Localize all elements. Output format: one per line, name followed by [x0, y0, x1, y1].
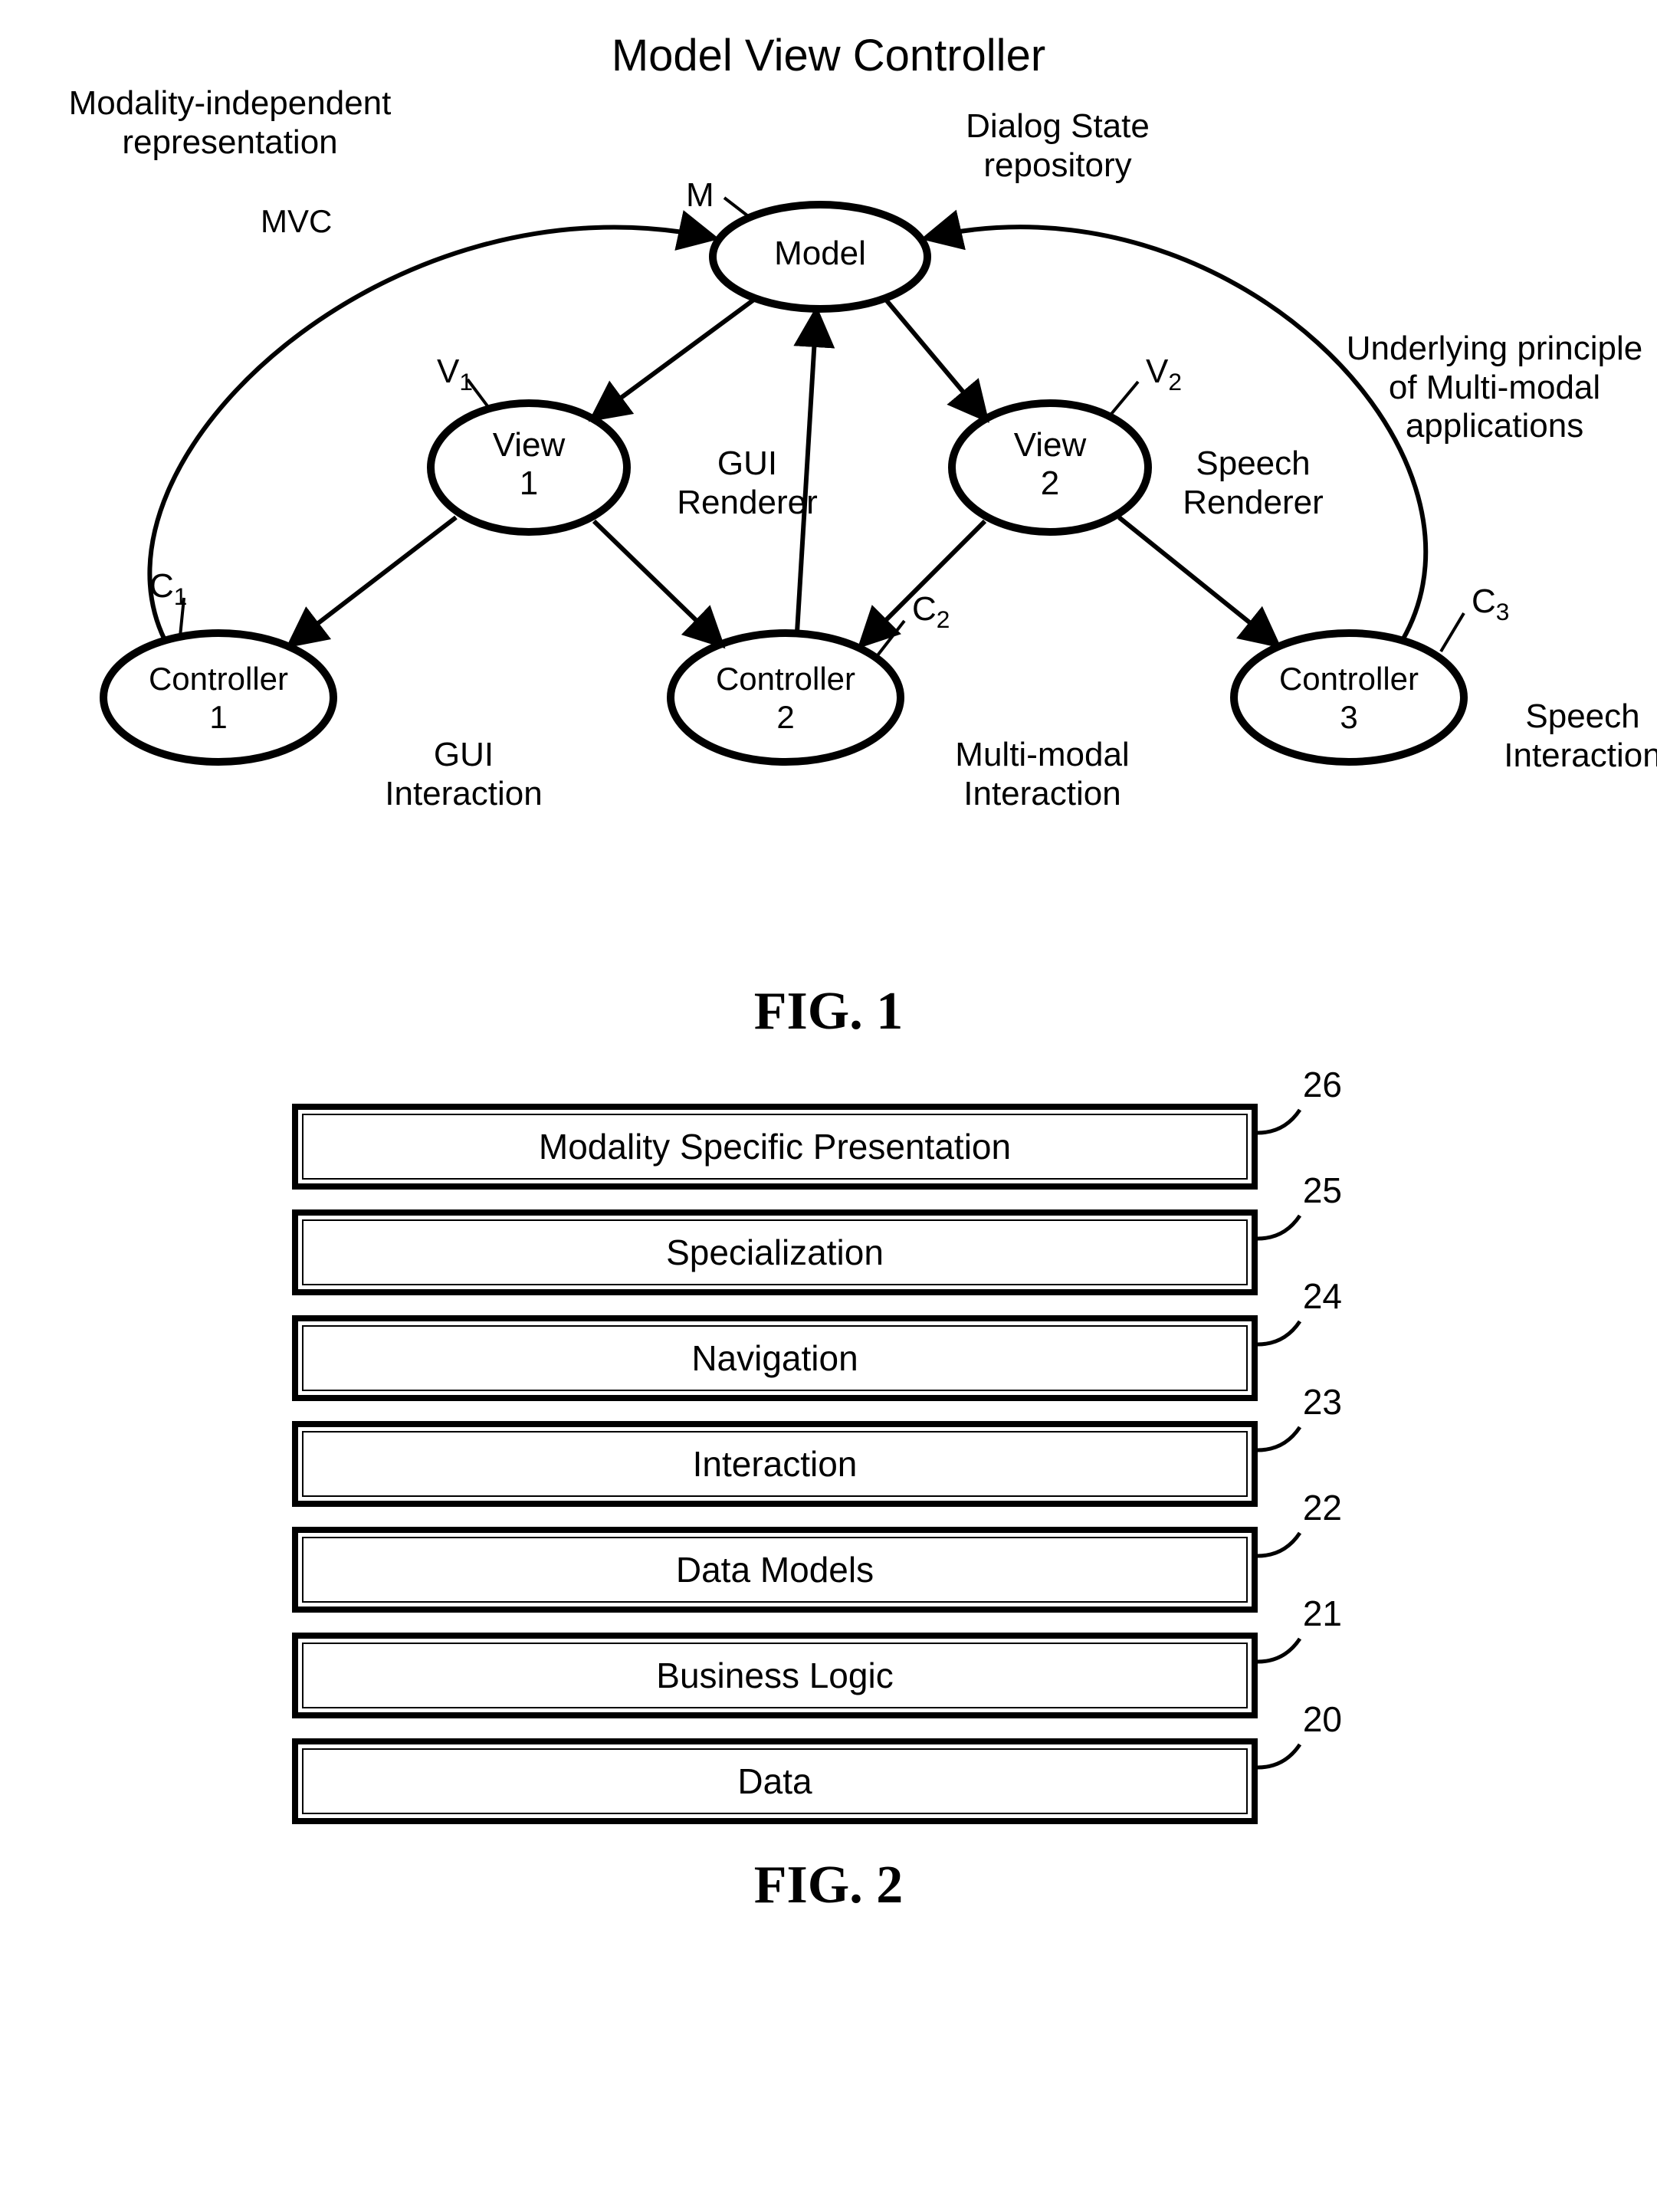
annot-underlying: Underlying principle of Multi-modal appl… [1334, 330, 1655, 446]
ref-m: M [686, 176, 714, 215]
annot-gui-renderer: GUI Renderer [659, 445, 835, 522]
layer-label: Data Models [676, 1549, 874, 1590]
annot-mvc: MVC [261, 203, 332, 240]
layer-number: 22 [1303, 1487, 1342, 1528]
layer-label: Modality Specific Presentation [539, 1126, 1011, 1167]
layer-stack: 26 Modality Specific Presentation 25 Spe… [292, 1104, 1258, 1824]
layer-bar: Navigation [292, 1315, 1258, 1401]
ref-c1: C1 [149, 567, 187, 610]
layer-row: 24 Navigation [292, 1315, 1258, 1401]
svg-text:1: 1 [520, 464, 538, 502]
leader-line [1258, 1318, 1311, 1348]
layer-label: Specialization [666, 1232, 884, 1273]
svg-text:View: View [493, 426, 566, 464]
layer-label: Business Logic [656, 1655, 893, 1696]
layer-row: 20 Data [292, 1738, 1258, 1824]
annot-multimodal-interaction: Multi-modal Interaction [935, 736, 1150, 813]
layer-row: 22 Data Models [292, 1527, 1258, 1613]
layer-bar: Interaction [292, 1421, 1258, 1507]
layer-number: 26 [1303, 1064, 1342, 1105]
layer-bar: Data [292, 1738, 1258, 1824]
leader-line [1258, 1635, 1311, 1666]
layer-number: 24 [1303, 1275, 1342, 1317]
layer-number: 23 [1303, 1381, 1342, 1423]
fig1-title: Model View Controller [31, 31, 1626, 82]
ref-c2: C2 [912, 590, 950, 633]
svg-text:Model: Model [774, 235, 866, 272]
svg-text:2: 2 [776, 699, 794, 735]
annot-modality-independent: Modality-independent representation [31, 84, 429, 162]
svg-text:2: 2 [1041, 464, 1059, 502]
svg-text:Controller: Controller [149, 661, 288, 697]
svg-text:3: 3 [1340, 699, 1357, 735]
layer-number: 25 [1303, 1170, 1342, 1211]
annot-gui-interaction: GUI Interaction [368, 736, 559, 813]
leader-line [1258, 1106, 1311, 1137]
svg-text:View: View [1014, 426, 1087, 464]
layer-number: 21 [1303, 1593, 1342, 1634]
svg-text:1: 1 [209, 699, 227, 735]
layer-row: 26 Modality Specific Presentation [292, 1104, 1258, 1190]
leader-line [1258, 1212, 1311, 1242]
leader-line [1258, 1423, 1311, 1454]
layer-label: Data [737, 1761, 812, 1802]
leader-line [1258, 1741, 1311, 1771]
layer-row: 21 Business Logic [292, 1633, 1258, 1718]
layer-label: Navigation [691, 1337, 858, 1379]
figure-1: Model View 1 View 2 Controller 1 Control… [31, 31, 1626, 950]
layer-row: 23 Interaction [292, 1421, 1258, 1507]
leader-line [1258, 1529, 1311, 1560]
layer-bar: Modality Specific Presentation [292, 1104, 1258, 1190]
layer-row: 25 Specialization [292, 1209, 1258, 1295]
figure-2: 26 Modality Specific Presentation 25 Spe… [292, 1104, 1365, 1824]
ref-v2: V2 [1146, 353, 1182, 395]
svg-text:Controller: Controller [1279, 661, 1419, 697]
ref-c3: C3 [1472, 583, 1509, 625]
layer-number: 20 [1303, 1698, 1342, 1740]
fig2-caption: FIG. 2 [31, 1855, 1626, 1916]
annot-dialog-state: Dialog State repository [935, 107, 1180, 185]
layer-label: Interaction [693, 1443, 858, 1485]
layer-bar: Specialization [292, 1209, 1258, 1295]
annot-speech-interaction: Speech Interaction [1487, 697, 1657, 775]
fig1-caption: FIG. 1 [31, 981, 1626, 1042]
svg-text:Controller: Controller [716, 661, 855, 697]
ref-v1: V1 [437, 353, 473, 395]
layer-bar: Business Logic [292, 1633, 1258, 1718]
annot-speech-renderer: Speech Renderer [1165, 445, 1341, 522]
layer-bar: Data Models [292, 1527, 1258, 1613]
